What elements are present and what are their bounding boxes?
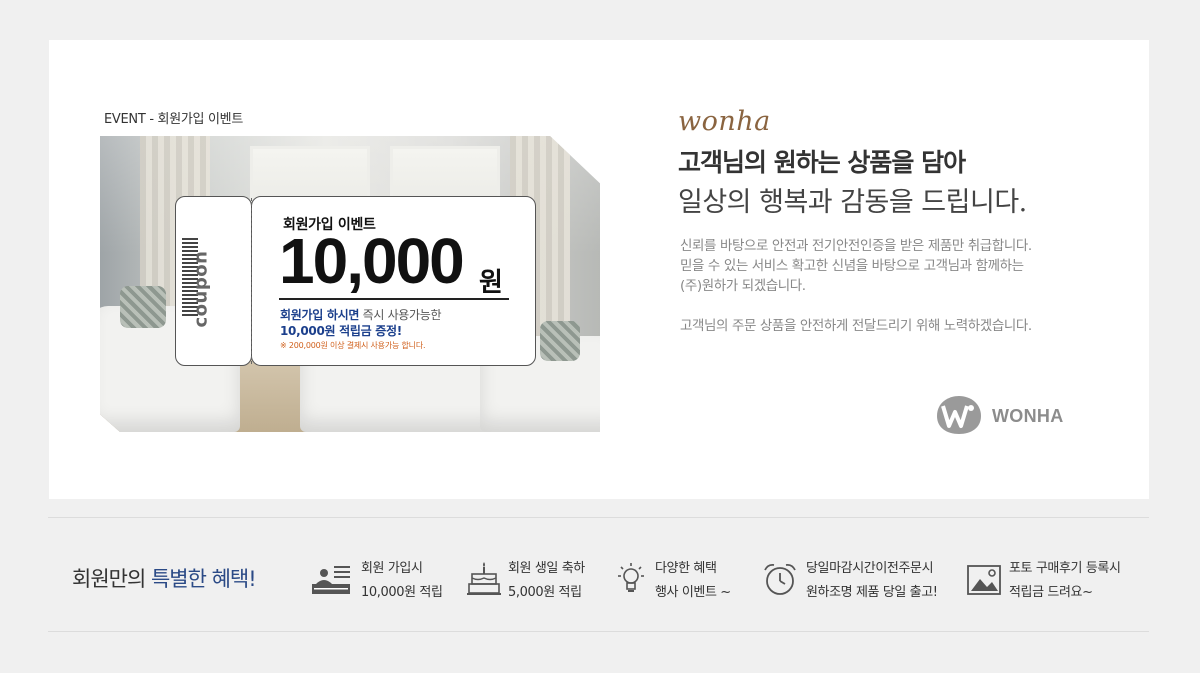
coupon-stub-text: coupon [190, 250, 212, 328]
benefit-line1: 회원 가입시 [361, 561, 423, 576]
benefit-line1: 당일마감시간이전주문시 [806, 561, 934, 576]
divider [48, 631, 1149, 632]
divider [48, 517, 1149, 518]
benefit-line2: 적립금 드려요~ [1009, 585, 1093, 600]
coupon-divider [279, 298, 509, 300]
benefits-title-prefix: 회원만의 [72, 567, 151, 591]
lightbulb-icon [618, 563, 644, 592]
coupon-amount: 10,000 [279, 225, 465, 297]
wonha-logo-text: WONHA [992, 406, 1064, 426]
brand-script-logo: wonha [678, 106, 771, 137]
subheadline: 일상의 행복과 감동을 드립니다. [678, 187, 1027, 218]
intro-paragraph-line: (주)원하가 되겠습니다. [680, 278, 806, 294]
coupon-reward-text: 10,000원 적립금 증정! [280, 324, 402, 338]
benefit-line1: 다양한 혜택 [655, 561, 717, 576]
intro-paragraph-line: 고객님의 주문 상품을 안전하게 전달드리기 위해 노력하겠습니다. [680, 318, 1032, 334]
benefit-line2: 10,000원 적립 [361, 585, 443, 600]
benefit-line1: 회원 생일 축하 [508, 561, 585, 576]
coupon-note: ※ 200,000원 이상 결제시 사용가능 합니다. [280, 341, 426, 350]
coupon-description-light: 즉시 사용가능한 [359, 308, 442, 322]
pillow-image [540, 321, 580, 361]
event-label: EVENT - 회원가입 이벤트 [104, 112, 243, 127]
coupon-perforation [251, 198, 252, 364]
benefits-title-accent: 특별한 혜택! [150, 567, 257, 591]
intro-paragraph-line: 믿을 수 있는 서비스 확고한 신념을 바탕으로 고객님과 함께하는 [680, 258, 1024, 274]
photo-icon [967, 565, 1001, 595]
benefit-line2: 행사 이벤트 ~ [655, 585, 731, 600]
headline: 고객님의 원하는 상품을 담아 [678, 148, 966, 177]
coupon-description-strong: 회원가입 하시면 [280, 308, 360, 322]
podium-icon [312, 566, 350, 594]
benefit-line1: 포토 구매후기 등록시 [1009, 561, 1121, 576]
pillow-image [120, 286, 166, 328]
benefit-line2: 5,000원 적립 [508, 585, 582, 600]
cake-icon [467, 562, 501, 595]
intro-paragraph-line: 신뢰를 바탕으로 안전과 전기안전인증을 받은 제품만 취급합니다. [680, 238, 1032, 254]
alarm-clock-icon [764, 563, 796, 595]
coupon-unit: 원 [479, 268, 503, 298]
benefits-title: 회원만의 특별한 혜택! [72, 563, 257, 593]
benefit-line2: 원하조명 제품 당일 출고! [806, 585, 938, 600]
coupon-description: 회원가입 하시면 즉시 사용가능한 [280, 306, 442, 323]
